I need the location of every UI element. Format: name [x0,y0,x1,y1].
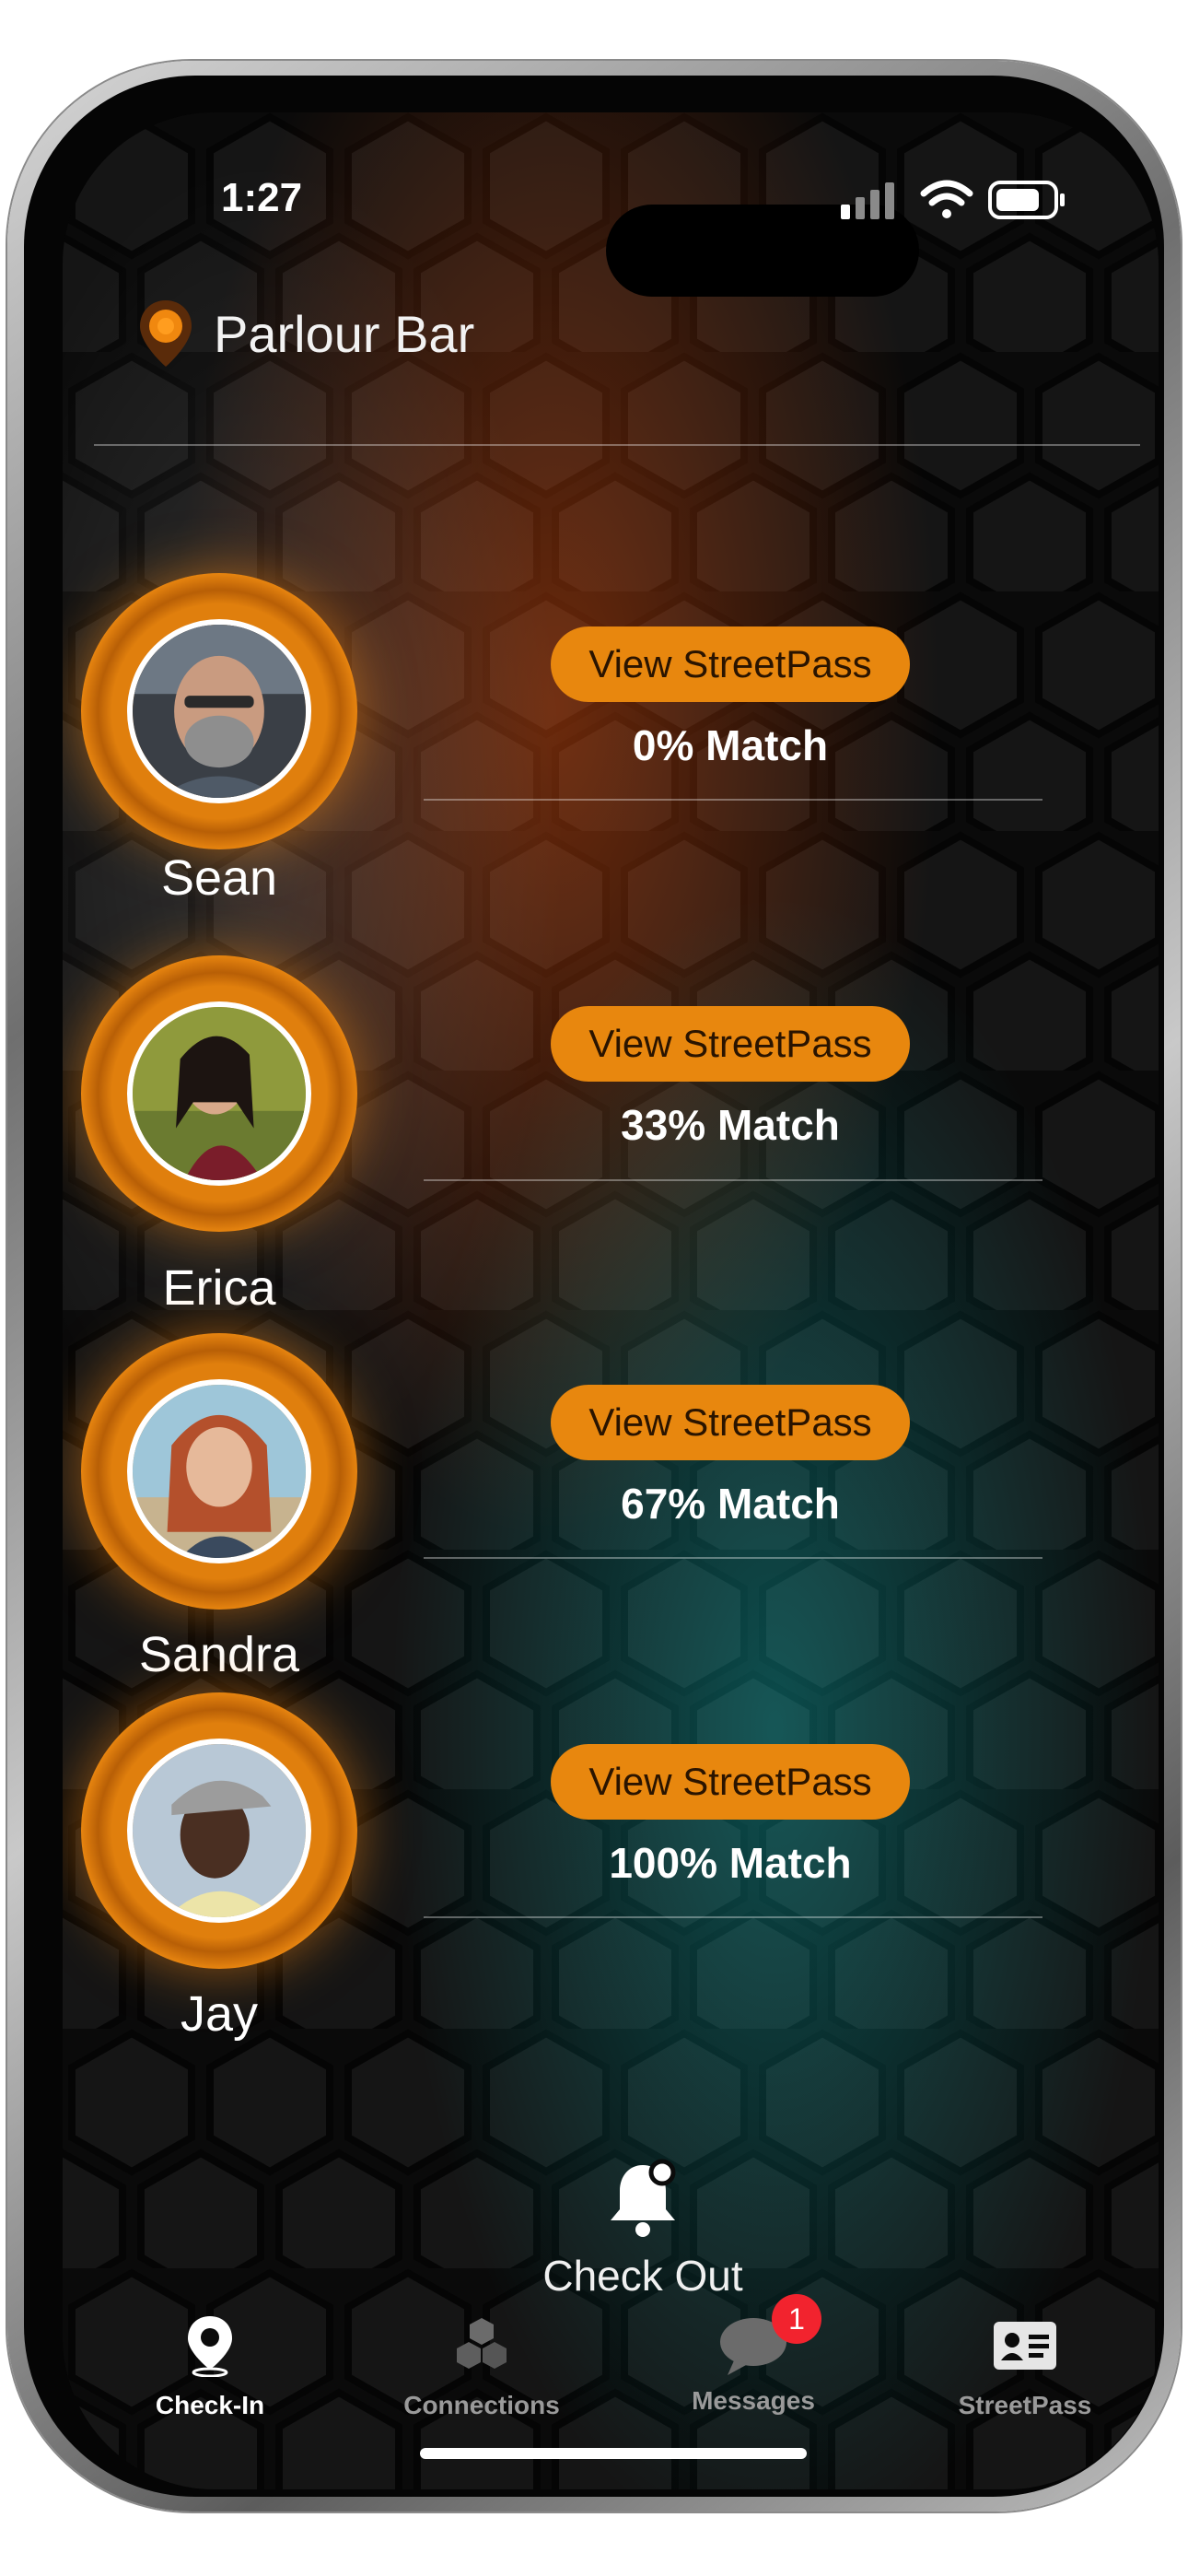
person-row: Erica View StreetPass 33% Match [63,955,1159,1316]
tab-label: Connections [403,2391,560,2419]
avatar [127,1379,311,1563]
status-icons [841,177,1108,223]
match-percentage: 0% Match [632,721,829,769]
avatar-ring[interactable] [81,1333,357,1610]
person-name: Erica [162,1260,276,1316]
person-name: Sandra [138,1627,300,1682]
tab-label: Check-In [155,2391,265,2419]
app-screen: 1:27 Parlour Bar Sean View StreetPass 0%… [63,112,1159,2489]
header-divider [94,444,1140,446]
battery-icon [988,181,1065,219]
tab-bar: Check-In Connections 1 Messages StreetPa… [63,2294,1159,2425]
tab-label: StreetPass [958,2391,1092,2419]
home-indicator[interactable] [420,2448,807,2459]
status-time: 1:27 [221,175,303,220]
location-pin-icon [140,300,192,367]
id-card-icon [994,2322,1056,2370]
view-streetpass-button[interactable]: View StreetPass [551,626,910,702]
row-divider [424,799,1042,801]
match-percentage: 100% Match [609,1839,852,1887]
row-divider [424,1557,1042,1559]
row-divider [424,1179,1042,1181]
view-streetpass-button[interactable]: View StreetPass [551,1006,910,1082]
match-percentage: 67% Match [621,1480,840,1528]
tab-connections[interactable]: Connections [362,2314,601,2425]
avatar-ring[interactable] [81,955,357,1232]
view-streetpass-button[interactable]: View StreetPass [551,1385,910,1460]
avatar [127,1739,311,1923]
row-divider [424,1916,1042,1918]
check-out-label: Check Out [542,2252,743,2300]
view-streetpass-button[interactable]: View StreetPass [551,1744,910,1820]
venue-name: Parlour Bar [214,304,475,363]
person-name: Jay [180,1986,259,2042]
match-percentage: 33% Match [621,1101,840,1149]
phone-frame: 1:27 Parlour Bar Sean View StreetPass 0%… [7,61,1181,2512]
person-row: Jay View StreetPass 100% Match [63,1692,1159,2043]
avatar [127,1001,311,1186]
wifi-icon [920,180,973,218]
hexagons-icon [457,2318,507,2369]
venue-header[interactable]: Parlour Bar [138,287,474,380]
cellular-signal-icon [841,182,894,219]
person-row: Sandra View StreetPass 67% Match [63,1333,1159,1683]
bell-icon [611,2159,676,2237]
person-row: Sean View StreetPass 0% Match [63,573,1159,923]
tab-messages[interactable]: 1 Messages [634,2294,873,2425]
map-pin-icon [188,2316,232,2378]
phone-bezel: 1:27 Parlour Bar Sean View StreetPass 0%… [24,76,1164,2497]
person-name: Sean [160,850,278,906]
unread-badge: 1 [772,2294,821,2344]
tab-check-in[interactable]: Check-In [90,2314,330,2425]
avatar [127,619,311,803]
tab-streetpass[interactable]: StreetPass [905,2314,1145,2425]
check-out-button[interactable]: Check Out [505,2158,781,2300]
tab-label: Messages [692,2386,815,2415]
avatar-ring[interactable] [81,573,357,849]
avatar-ring[interactable] [81,1692,357,1969]
